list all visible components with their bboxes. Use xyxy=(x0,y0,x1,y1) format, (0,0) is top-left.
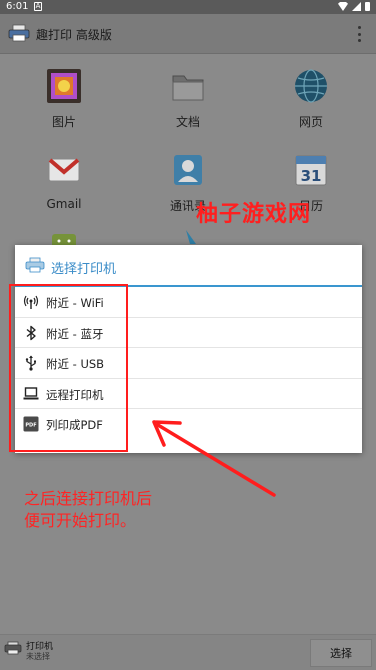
printer-icon xyxy=(25,257,45,273)
app-title: 趣打印 高级版 xyxy=(36,28,112,42)
pictures-icon xyxy=(47,69,81,103)
grid-item-documents[interactable]: 文档 xyxy=(143,68,233,130)
annotation-arrow-icon xyxy=(152,420,276,497)
annotation-line-1: 之后连接打印机后 xyxy=(24,489,153,508)
overflow-menu-icon[interactable] xyxy=(358,26,362,42)
annotation-note: 之后连接打印机后 便可开始打印。 xyxy=(24,488,152,532)
status-bar: 6:01 A xyxy=(0,0,376,14)
contacts-icon xyxy=(174,155,202,185)
action-bar: 趣打印 高级版 xyxy=(0,14,376,54)
grid-item-gmail[interactable]: Gmail xyxy=(19,152,109,211)
grid-item-label: 图片 xyxy=(51,115,76,129)
status-time: 6:01 xyxy=(6,1,29,12)
highlight-box xyxy=(9,284,128,452)
annotation-line-2: 便可开始打印。 xyxy=(24,511,137,530)
calendar-day-text: 31 xyxy=(301,167,322,185)
wifi-signal-icon xyxy=(338,2,348,11)
grid-item-label: Gmail xyxy=(46,197,82,211)
calendar-icon: 31 xyxy=(295,155,327,186)
watermark-text: 柚子游戏网 xyxy=(196,202,312,227)
printer-status: 未选择 xyxy=(26,652,50,661)
grid-item-web[interactable]: 网页 xyxy=(266,68,356,130)
cell-signal-icon xyxy=(352,2,361,11)
battery-icon xyxy=(365,2,370,11)
bottom-bar: 打印机 未选择 选择 xyxy=(0,634,376,670)
printer-status-icon xyxy=(4,641,22,655)
grid-item-pictures[interactable]: 图片 xyxy=(19,68,109,130)
select-button[interactable]: 选择 xyxy=(310,639,372,667)
dialog-header: 选择打印机 xyxy=(15,245,362,287)
grid-item-label: 网页 xyxy=(298,115,323,129)
dialog-title: 选择打印机 xyxy=(51,262,117,277)
system-icons xyxy=(338,2,370,11)
grid-item-label: 文档 xyxy=(175,115,200,129)
globe-icon xyxy=(295,69,327,103)
gmail-icon xyxy=(48,158,80,182)
folder-icon xyxy=(172,75,204,101)
notification-icon: A xyxy=(34,2,42,11)
app-printer-icon xyxy=(8,24,30,42)
